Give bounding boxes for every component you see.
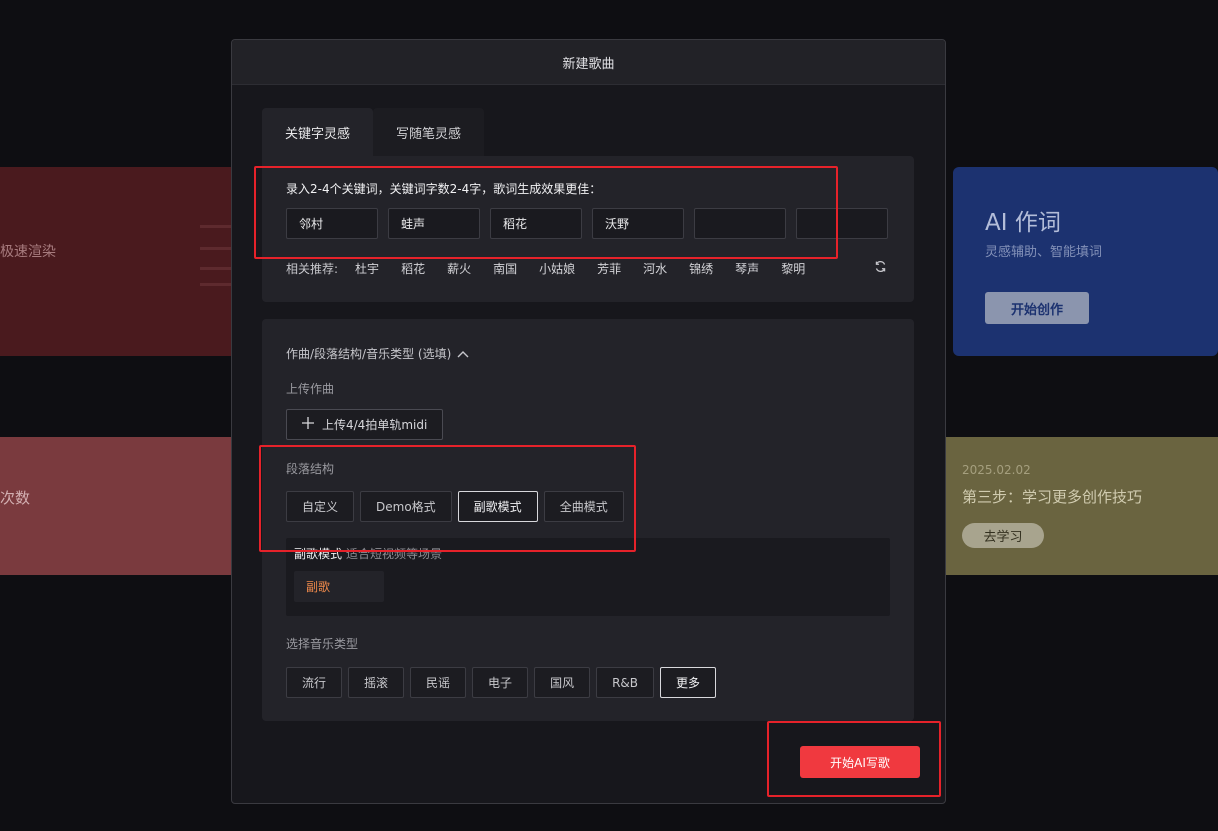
keyword-input-6[interactable]: [796, 208, 888, 239]
recommend-label: 相关推荐:: [286, 262, 339, 276]
mode-title: 副歌模式 适合短视频等场景: [294, 545, 442, 562]
bg-card-ai-lyrics: AI 作词 灵感辅助、智能填词 开始创作: [953, 167, 1218, 356]
recommend-item[interactable]: 锦绣: [689, 260, 713, 277]
recommend-item[interactable]: 琴声: [735, 260, 759, 277]
options-toggle[interactable]: 作曲/段落结构/音乐类型 (选填): [286, 345, 469, 362]
mode-title-text: 副歌模式: [294, 547, 343, 561]
genre-options: 流行 摇滚 民谣 电子 国风 R&B 更多: [286, 667, 717, 698]
options-panel: 作曲/段落结构/音乐类型 (选填) 上传作曲 上传4/4拍单轨midi 段落结构…: [262, 319, 914, 721]
learn-date: 2025.02.02: [962, 463, 1031, 477]
keyword-input-5[interactable]: [694, 208, 786, 239]
structure-option-custom[interactable]: 自定义: [286, 491, 355, 522]
structure-option-demo[interactable]: Demo格式: [360, 491, 452, 522]
new-song-modal: 新建歌曲 关键字灵感 写随笔灵感 录入2-4个关键词，关键词字数2-4字，歌词生…: [231, 39, 946, 804]
mode-section-chip: 副歌: [294, 571, 384, 602]
inspiration-tabs: 关键字灵感 写随笔灵感: [262, 108, 485, 156]
genre-label: 选择音乐类型: [286, 637, 359, 651]
chevron-up-icon: [457, 347, 469, 361]
learn-title: 第三步：学习更多创作技巧: [962, 488, 1143, 506]
recommend-item[interactable]: 南国: [493, 260, 517, 277]
start-create-button[interactable]: 开始创作: [985, 292, 1089, 324]
keyword-input-3[interactable]: [490, 208, 582, 239]
options-toggle-label: 作曲/段落结构/音乐类型 (选填): [286, 347, 452, 361]
recommend-row: 相关推荐: 杜宇 稻花 薪火 南国 小姑娘 芳菲 河水 锦绣 琴声 黎明: [286, 260, 816, 277]
upload-label: 上传作曲: [286, 382, 335, 396]
plus-icon: [302, 417, 314, 432]
recommend-item[interactable]: 稻花: [401, 260, 425, 277]
bg-card-count: 次数: [0, 437, 240, 575]
keyword-input-1[interactable]: [286, 208, 378, 239]
recommend-item[interactable]: 杜宇: [355, 260, 379, 277]
keyword-panel: 录入2-4个关键词，关键词字数2-4字，歌词生成效果更佳： 相关推荐: 杜宇 稻…: [262, 156, 914, 302]
start-ai-song-button[interactable]: 开始AI写歌: [800, 746, 920, 778]
upload-midi-button[interactable]: 上传4/4拍单轨midi: [286, 409, 444, 440]
structure-option-chorus[interactable]: 副歌模式: [457, 491, 538, 522]
keyword-input-2[interactable]: [388, 208, 480, 239]
structure-label: 段落结构: [286, 462, 335, 476]
genre-option-pop[interactable]: 流行: [286, 667, 343, 698]
bg-card-render: 极速渲染: [0, 167, 240, 356]
bg-card-count-text: 次数: [0, 489, 31, 507]
genre-option-rock[interactable]: 摇滚: [348, 667, 405, 698]
refresh-icon[interactable]: [874, 260, 887, 277]
mode-desc: 适合短视频等场景: [346, 547, 443, 561]
genre-option-rnb[interactable]: R&B: [596, 667, 655, 698]
bg-card-learn: 2025.02.02 第三步：学习更多创作技巧 去学习: [944, 437, 1218, 575]
genre-option-chinese[interactable]: 国风: [534, 667, 591, 698]
ai-lyrics-subtitle: 灵感辅助、智能填词: [985, 245, 1103, 260]
recommend-item[interactable]: 芳菲: [597, 260, 621, 277]
ai-lyrics-title: AI 作词: [985, 210, 1061, 236]
recommend-item[interactable]: 小姑娘: [539, 260, 575, 277]
go-learn-button[interactable]: 去学习: [962, 523, 1044, 548]
modal-header: 新建歌曲: [232, 40, 945, 85]
structure-options: 自定义 Demo格式 副歌模式 全曲模式: [286, 491, 624, 522]
mode-description-box: 副歌模式 适合短视频等场景 副歌: [286, 538, 890, 616]
recommend-item[interactable]: 薪火: [447, 260, 471, 277]
upload-midi-label: 上传4/4拍单轨midi: [322, 418, 428, 432]
keyword-inputs: [286, 208, 888, 239]
keyword-input-4[interactable]: [592, 208, 684, 239]
keyword-hint: 录入2-4个关键词，关键词字数2-4字，歌词生成效果更佳：: [286, 182, 602, 196]
recommend-item[interactable]: 黎明: [781, 260, 805, 277]
bg-card-render-text: 极速渲染: [0, 244, 56, 260]
tab-essay-inspiration[interactable]: 写随笔灵感: [373, 108, 485, 156]
genre-option-folk[interactable]: 民谣: [410, 667, 467, 698]
genre-option-more[interactable]: 更多: [660, 667, 717, 698]
structure-option-full[interactable]: 全曲模式: [543, 491, 624, 522]
recommend-item[interactable]: 河水: [643, 260, 667, 277]
tab-keyword-inspiration[interactable]: 关键字灵感: [262, 108, 374, 156]
modal-title: 新建歌曲: [562, 56, 615, 72]
genre-option-electronic[interactable]: 电子: [472, 667, 529, 698]
